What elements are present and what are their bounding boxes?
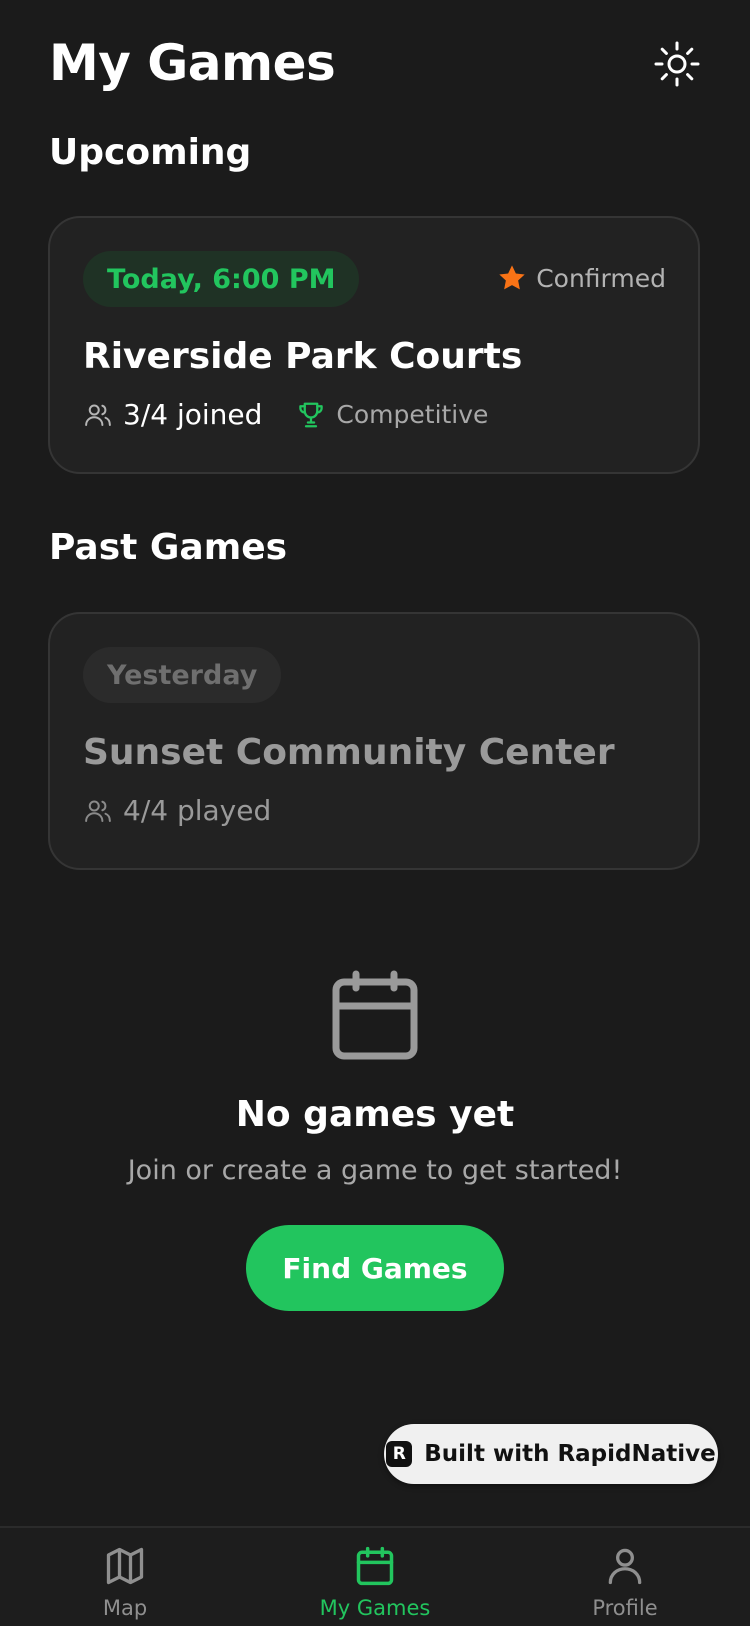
tab-map-label: Map	[102, 1596, 148, 1620]
star-icon	[499, 265, 525, 290]
find-games-button[interactable]: Find Games	[246, 1225, 504, 1311]
players-count: 3/4 joined	[83, 398, 262, 431]
tab-map[interactable]: Map	[25, 1544, 225, 1620]
venue-name: Sunset Community Center	[83, 732, 615, 773]
past-game-card[interactable]: Yesterday Sunset Community Center 4/4 pl…	[48, 612, 700, 870]
trophy-icon	[299, 402, 324, 427]
header: My Games	[49, 32, 701, 102]
game-meta: 4/4 played	[83, 794, 271, 827]
status-label: Confirmed	[536, 263, 666, 293]
empty-state-icon-wrap	[0, 970, 750, 1066]
bottom-tab-bar: Map My Games Profile	[0, 1526, 750, 1626]
tab-my-games-label: My Games	[319, 1596, 431, 1620]
players-label: 4/4 played	[123, 794, 272, 827]
tab-profile[interactable]: Profile	[525, 1544, 725, 1620]
sun-icon	[654, 41, 700, 87]
upcoming-game-card[interactable]: Today, 6:00 PM Confirmed Riverside Park …	[48, 216, 700, 474]
users-icon	[85, 800, 111, 822]
user-icon	[608, 1548, 642, 1585]
empty-state-subtitle: Join or create a game to get started!	[127, 1155, 623, 1186]
calendar-icon	[332, 970, 418, 1060]
players-label: 3/4 joined	[123, 398, 263, 431]
built-with-label: Built with RapidNative	[424, 1441, 716, 1467]
players-count: 4/4 played	[83, 794, 271, 827]
tab-my-games[interactable]: My Games	[275, 1544, 475, 1620]
game-time-badge: Today, 6:00 PM	[83, 251, 360, 307]
empty-state-title: No games yet	[235, 1094, 515, 1135]
map-icon	[106, 1547, 144, 1585]
skill-level-label: Competitive	[336, 400, 489, 429]
rapidnative-logo-icon: R	[386, 1441, 413, 1467]
calendar-icon	[356, 1546, 394, 1586]
skill-level: Competitive	[296, 400, 488, 430]
built-with-badge[interactable]: R Built with RapidNative	[384, 1424, 718, 1484]
game-time-badge: Yesterday	[83, 647, 282, 703]
past-games-section-title: Past Games	[49, 527, 288, 568]
tab-profile-label: Profile	[592, 1596, 658, 1620]
page-title: My Games	[49, 34, 336, 92]
game-meta: 3/4 joined Competitive	[83, 398, 488, 431]
theme-toggle-button[interactable]	[653, 40, 701, 88]
status-badge: Confirmed	[496, 262, 666, 294]
venue-name: Riverside Park Courts	[83, 336, 523, 377]
users-icon	[85, 404, 111, 426]
upcoming-section-title: Upcoming	[49, 132, 252, 173]
